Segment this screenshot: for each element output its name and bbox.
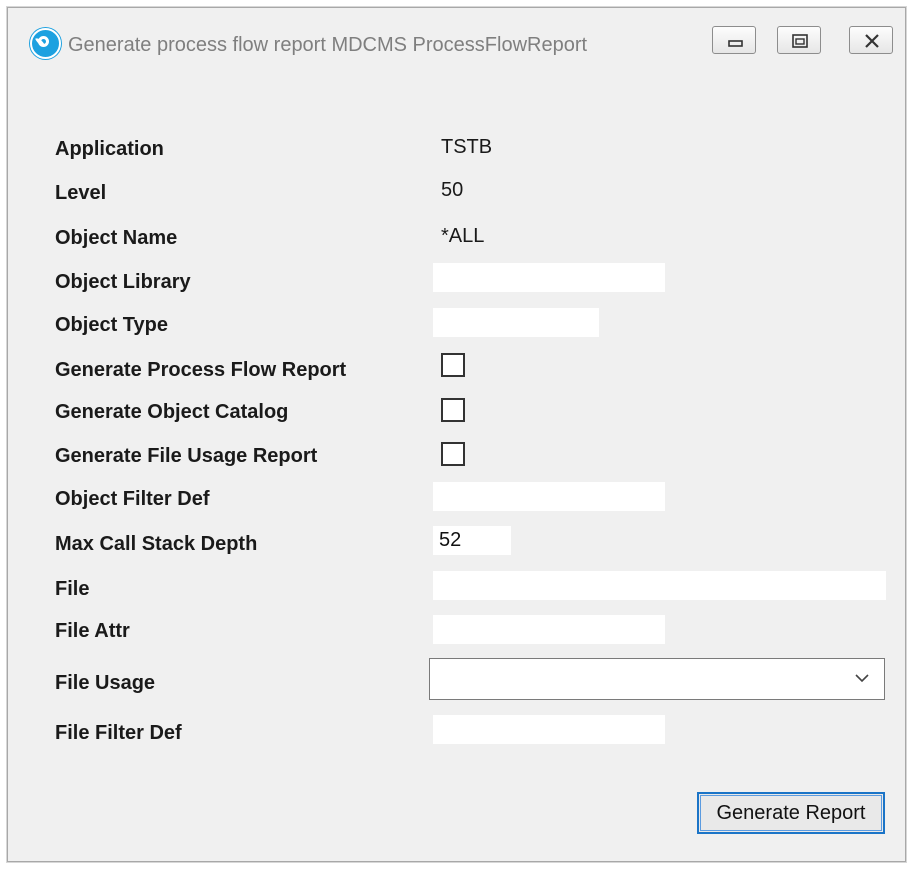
object-filter-def-label: Object Filter Def (55, 488, 210, 510)
app-logo-icon (30, 28, 61, 59)
object-type-input[interactable] (433, 308, 599, 337)
file-attr-input[interactable] (433, 615, 665, 644)
minimize-button[interactable] (712, 26, 756, 54)
gen-object-catalog-checkbox[interactable] (441, 398, 465, 422)
generate-report-button[interactable]: Generate Report (697, 792, 885, 834)
object-filter-def-input[interactable] (433, 482, 665, 511)
level-label: Level (55, 182, 107, 204)
file-label: File (55, 578, 90, 600)
max-call-stack-depth-label: Max Call Stack Depth (55, 533, 258, 555)
close-icon (865, 34, 879, 48)
max-call-stack-depth-input[interactable] (433, 526, 511, 555)
close-button[interactable] (849, 26, 893, 54)
application-value: TSTB (441, 136, 493, 158)
object-library-label: Object Library (55, 271, 191, 293)
restore-button[interactable] (777, 26, 821, 54)
window-title: Generate process flow report MDCMS Proce… (68, 34, 588, 56)
object-name-label: Object Name (55, 227, 178, 249)
chevron-down-icon (855, 674, 869, 683)
object-library-input[interactable] (433, 263, 665, 292)
file-usage-label: File Usage (55, 672, 156, 694)
dialog-window: Generate process flow report MDCMS Proce… (7, 7, 906, 862)
file-attr-label: File Attr (55, 620, 130, 642)
file-usage-dropdown[interactable] (429, 658, 885, 700)
file-filter-def-input[interactable] (433, 715, 665, 744)
gen-file-usage-checkbox[interactable] (441, 442, 465, 466)
restore-icon (792, 34, 808, 48)
application-label: Application (55, 138, 164, 160)
minimize-icon (728, 40, 743, 47)
file-filter-def-label: File Filter Def (55, 722, 182, 744)
title-bar: Generate process flow report MDCMS Proce… (8, 8, 905, 66)
level-value: 50 (441, 179, 464, 201)
gen-process-flow-checkbox[interactable] (441, 353, 465, 377)
file-input[interactable] (433, 571, 886, 600)
object-type-label: Object Type (55, 314, 168, 336)
object-name-value: *ALL (441, 225, 485, 247)
gen-object-catalog-label: Generate Object Catalog (55, 401, 289, 423)
gen-process-flow-label: Generate Process Flow Report (55, 359, 347, 381)
gen-file-usage-label: Generate File Usage Report (55, 445, 318, 467)
